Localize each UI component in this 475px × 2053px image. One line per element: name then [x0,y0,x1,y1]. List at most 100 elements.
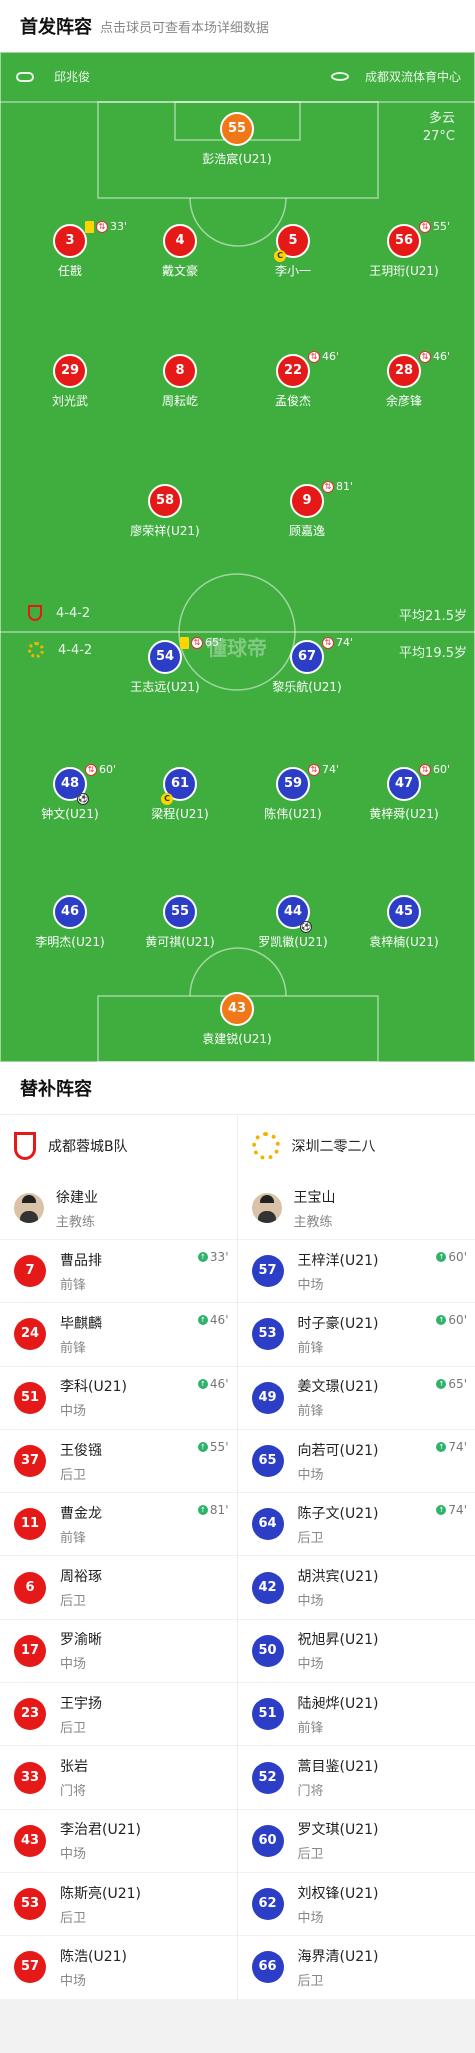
sub-number: 7 [14,1255,46,1288]
away-sub-row[interactable]: 62 刘权锋(U21) 中场 [237,1871,475,1935]
home-player[interactable]: 9 ⇅ 81' 顾嘉逸 [252,480,362,539]
player-number: 54 [148,640,182,674]
home-sub-row[interactable]: 6 周裕琢 后卫 [0,1555,237,1618]
away-sub-row[interactable]: 65 向若可(U21) 中场 ↑ 74' [237,1428,475,1492]
sub-number: 65 [251,1445,284,1478]
player-name: 罗凯徽(U21) [258,935,328,949]
referee-info: 邱兆俊 [16,68,90,85]
sub-name: 姜文璟(U21) [297,1379,379,1396]
away-sub-row[interactable]: 52 蒿目鉴(U21) 门将 [237,1745,475,1808]
sub-number: 24 [14,1318,46,1351]
away-sub-row[interactable]: 42 胡洪宾(U21) 中场 [237,1555,475,1618]
sub-position: 中场 [297,1467,324,1483]
home-team-row[interactable]: 成都蓉城B队 [0,1115,237,1177]
away-player[interactable]: 44 ⚽ 罗凯徽(U21) [238,895,348,950]
player-events: ⇅ 55' [419,220,450,233]
substitution-out-icon: ⇅ [85,763,97,776]
home-player[interactable]: 28 ⇅ 46' 余彦锋 [349,350,459,409]
home-sub-row[interactable]: 51 李科(U21) 中场 ↑ 46' [0,1365,237,1429]
away-sub-row[interactable]: 66 海界清(U21) 后卫 [237,1935,475,1998]
player-number: 58 [148,484,182,518]
sub-in-minute: ↑ 33' [197,1250,229,1264]
sub-position: 中场 [60,1657,87,1673]
away-player[interactable]: 61 C 梁程(U21) [125,767,235,822]
away-team-row[interactable]: 深圳二零二八 [238,1115,475,1177]
sub-number: 23 [14,1698,46,1731]
player-name: 顾嘉逸 [288,524,325,538]
away-player[interactable]: 45 袁梓楠(U21) [349,895,459,950]
home-player[interactable]: 22 ⇅ 46' 孟俊杰 [238,350,348,409]
player-events: ⇅ 60' [419,763,450,776]
away-sub-row[interactable]: 57 王梓洋(U21) 中场 ↑ 60' [237,1239,475,1302]
home-sub-row[interactable]: 33 张岩 门将 [0,1745,237,1808]
sub-position: 中场 [297,1277,324,1293]
away-sub-row[interactable]: 50 祝旭昇(U21) 中场 [237,1618,475,1682]
sub-name: 李治君(U21) [60,1822,141,1839]
sub-name: 陈斯亮(U21) [60,1885,141,1902]
player-events: ⇅ 65' [180,636,222,649]
home-player[interactable]: 4 戴文豪 [125,224,235,279]
substitution-out-icon: ⇅ [419,350,431,363]
home-sub-row[interactable]: 23 王宇扬 后卫 [0,1682,237,1745]
home-sub-row[interactable]: 7 曹品排 前锋 ↑ 33' [0,1239,237,1302]
sub-position: 后卫 [60,1910,87,1926]
away-player[interactable]: 54 ⇅ 65' 王志远(U21) [110,636,222,695]
substitution-minute: 81' [336,480,354,493]
home-player[interactable]: 56 ⇅ 55' 王玥珩(U21) [349,220,459,279]
player-number: 61 C [161,767,197,805]
player-number: 55 [220,112,254,146]
away-sub-row[interactable]: 64 陈子文(U21) 后卫 ↑ 74' [237,1492,475,1555]
sub-name: 陆昶烨(U21) [297,1695,379,1712]
home-player[interactable]: 55 彭浩宸(U21) [182,112,292,167]
substitution-out-icon: ⇅ [322,480,334,493]
home-sub-row[interactable]: 43 李治君(U21) 中场 [0,1808,237,1872]
away-player[interactable]: 43 袁建锐(U21) [182,992,292,1047]
substitution-minute: 60' [433,763,451,776]
home-sub-row[interactable]: 24 毕麒麟 前锋 ↑ 46' [0,1302,237,1365]
home-player[interactable]: 8 周耘屹 [125,354,235,409]
away-coach-role: 主教练 [293,1214,333,1230]
home-sub-row[interactable]: 57 陈浩(U21) 中场 [0,1935,237,1998]
home-sub-row[interactable]: 37 王俊镪 后卫 ↑ 55' [0,1428,237,1492]
home-formation-text: 4-4-2 [56,605,91,621]
sub-position: 前锋 [297,1720,324,1736]
sub-in-minute: ↑ 55' [197,1439,229,1454]
referee-name: 邱兆俊 [54,70,91,84]
player-name: 李明杰(U21) [35,935,105,949]
player-number: 4 [163,224,197,258]
away-player[interactable]: 67 ⇅ 74' 黎乐航(U21) [252,636,362,695]
player-name: 袁建锐(U21) [202,1032,272,1046]
away-sub-row[interactable]: 51 陆昶烨(U21) 前锋 [237,1682,475,1745]
away-player[interactable]: 48 ⚽ ⇅ 60' 钟文(U21) [15,763,125,822]
sub-name: 海界清(U21) [297,1948,379,1965]
home-player[interactable]: 29 刘光武 [15,354,125,409]
home-coach-row[interactable]: 徐建业 主教练 [0,1177,237,1239]
away-sub-row[interactable]: 53 时子豪(U21) 前锋 ↑ 60' [237,1302,475,1365]
away-sub-row[interactable]: 60 罗文琪(U21) 后卫 [237,1808,475,1872]
home-sub-row[interactable]: 11 曹金龙 前锋 ↑ 81' [0,1492,237,1555]
sub-minute-text: 55' [209,1439,229,1454]
substitution-minute: 60' [99,763,117,776]
sub-name: 张岩 [60,1759,88,1776]
sub-in-minute: ↑ 46' [197,1313,229,1327]
away-sub-row[interactable]: 49 姜文璟(U21) 前锋 ↑ 65' [237,1365,475,1429]
player-number: 3 [53,224,87,258]
away-player[interactable]: 46 李明杰(U21) [15,895,125,950]
substitution-minute: 74' [336,636,354,649]
sub-in-minute: ↑ 46' [197,1377,229,1391]
home-player[interactable]: 3 ⇅ 33' 任戡 [15,220,127,279]
sub-name: 王俊镪 [60,1442,102,1459]
home-sub-row[interactable]: 17 罗渝晰 中场 [0,1618,237,1682]
home-player[interactable]: 58 廖荣祥(U21) [110,484,220,539]
player-name: 任戡 [57,264,82,278]
home-coach-role: 主教练 [56,1214,96,1230]
away-player[interactable]: 59 ⇅ 74' 陈伟(U21) [238,763,348,822]
away-player[interactable]: 47 ⇅ 60' 黄梓舜(U21) [349,763,459,822]
home-sub-row[interactable]: 53 陈斯亮(U21) 后卫 [0,1871,237,1935]
away-player[interactable]: 55 黄可祺(U21) [125,895,235,950]
player-name: 钟文(U21) [41,807,99,821]
away-coach-row[interactable]: 王宝山 主教练 [238,1177,475,1239]
yellow-card-icon [85,220,94,233]
home-player[interactable]: 5 C 李小一 [238,224,348,279]
player-number: 28 [387,354,421,388]
